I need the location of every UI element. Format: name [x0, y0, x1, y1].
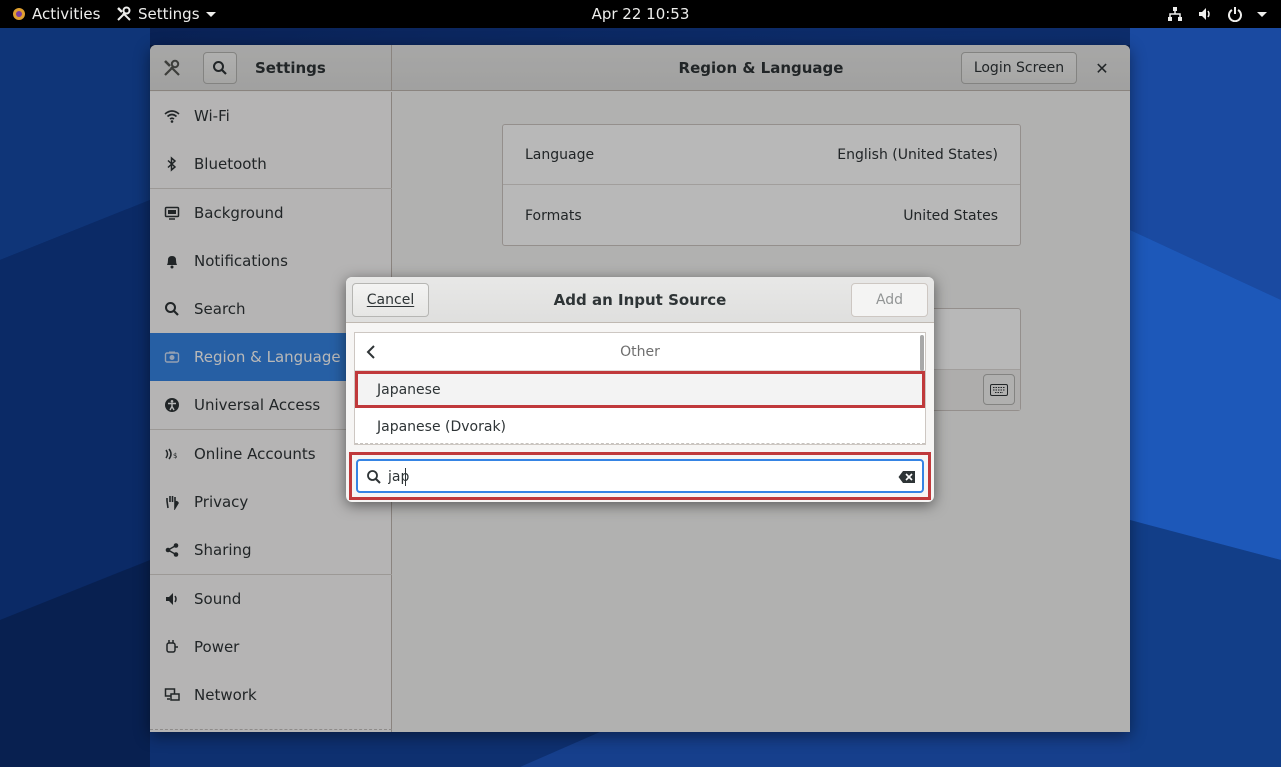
- activities-label: Activities: [32, 5, 101, 23]
- system-tray[interactable]: [1167, 0, 1267, 28]
- dialog-header: Cancel Add an Input Source Add: [346, 277, 934, 323]
- add-input-source-dialog: Cancel Add an Input Source Add Other Jap…: [346, 277, 934, 502]
- search-field[interactable]: [356, 459, 924, 493]
- list-item-japanese-dvorak[interactable]: Japanese (Dvorak): [355, 408, 925, 445]
- network-wired-icon: [1168, 7, 1182, 21]
- top-bar: Activities Settings Apr 22 10:53: [0, 0, 1281, 28]
- activities-logo-icon: [13, 8, 25, 20]
- search-input[interactable]: [388, 466, 888, 488]
- cancel-button[interactable]: Cancel: [352, 283, 429, 317]
- input-source-list: Other Japanese Japanese (Dvorak): [354, 332, 926, 445]
- add-button[interactable]: Add: [851, 283, 928, 317]
- list-header-other[interactable]: Other: [355, 333, 925, 371]
- chevron-left-icon[interactable]: [363, 343, 381, 361]
- app-menu[interactable]: Settings: [116, 0, 216, 28]
- app-menu-label: Settings: [138, 5, 200, 23]
- power-icon: [1228, 7, 1242, 22]
- search-highlight: [349, 452, 931, 500]
- list-item-japanese[interactable]: Japanese: [355, 371, 925, 408]
- add-label: Add: [875, 292, 904, 308]
- text-cursor: [405, 468, 406, 486]
- cancel-label: Cancel: [366, 292, 415, 308]
- scrollbar[interactable]: [920, 335, 924, 371]
- dialog-title: Add an Input Source: [553, 291, 727, 309]
- list-item-label: Japanese: [377, 381, 441, 398]
- activities-button[interactable]: Activities: [12, 0, 100, 28]
- list-scroll-edge: [355, 443, 925, 444]
- volume-icon: [1199, 8, 1210, 20]
- clock[interactable]: Apr 22 10:53: [592, 5, 690, 23]
- list-item-label: Japanese (Dvorak): [377, 418, 507, 435]
- tools-icon: [117, 6, 131, 21]
- chevron-down-icon: [205, 11, 216, 17]
- search-icon: [367, 470, 381, 484]
- clear-text-icon[interactable]: [898, 469, 916, 485]
- list-header-label: Other: [620, 344, 660, 360]
- chevron-down-icon: [1257, 11, 1267, 17]
